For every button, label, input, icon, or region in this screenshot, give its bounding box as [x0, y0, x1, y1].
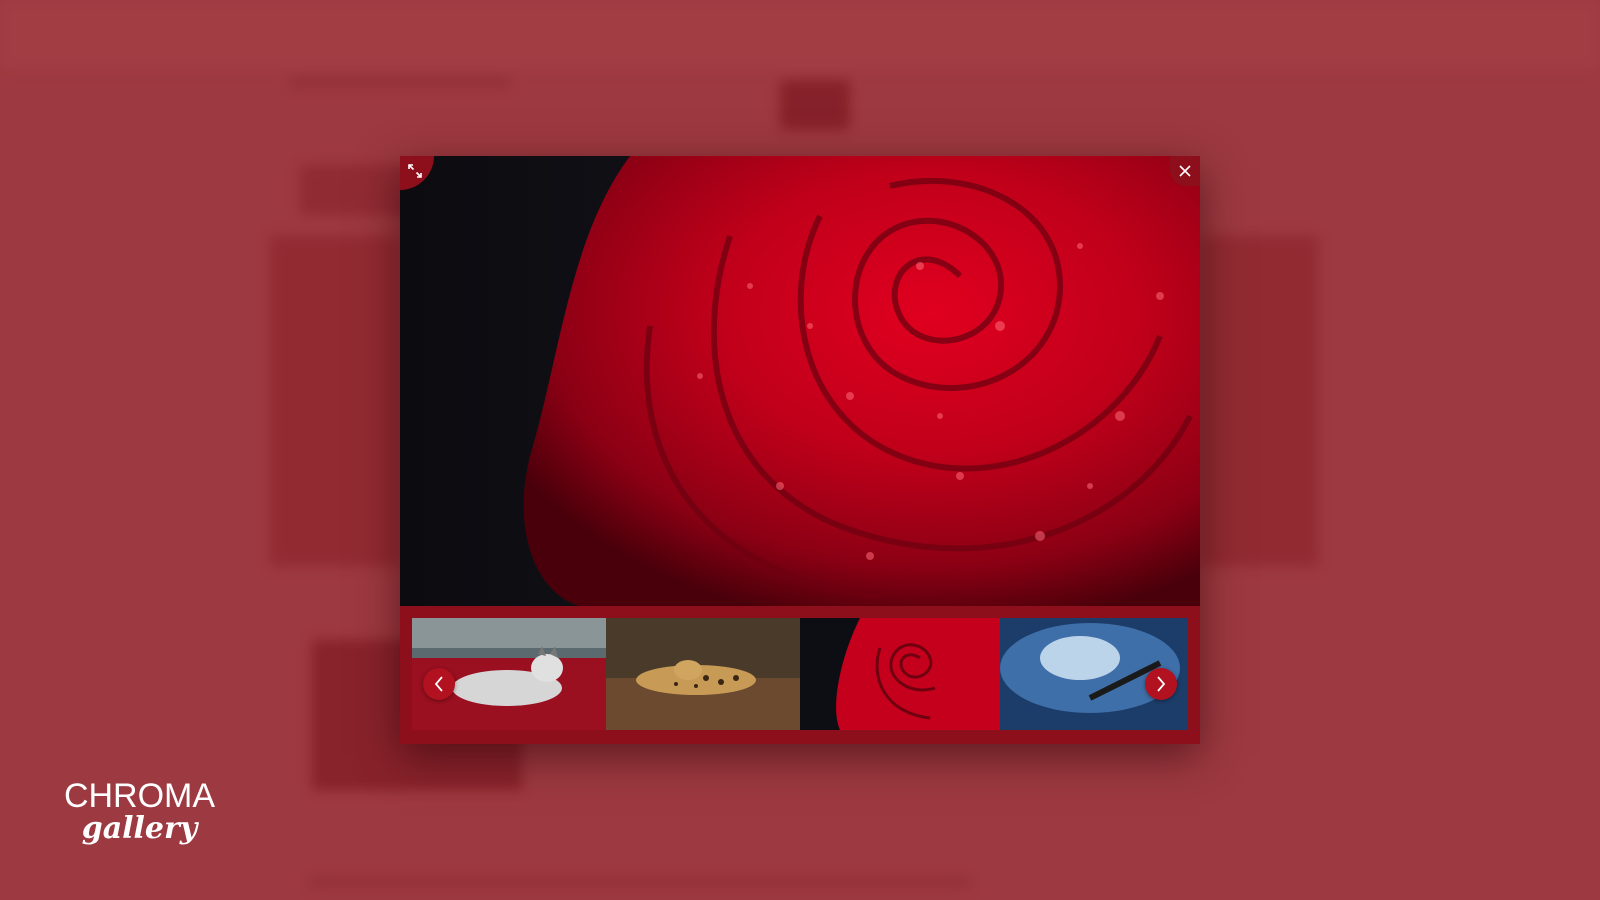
close-icon — [1179, 165, 1191, 177]
thumbnail-red-rose[interactable] — [800, 618, 1000, 730]
thumbnail-leopard[interactable] — [606, 618, 800, 730]
chevron-left-icon — [434, 676, 443, 692]
previous-button[interactable] — [423, 668, 455, 700]
chroma-gallery-logo: CHROMA gallery — [52, 778, 227, 846]
main-image-rose — [400, 156, 1200, 606]
thumbnail-strip — [412, 618, 1188, 730]
expand-icon — [408, 164, 422, 178]
logo-secondary-text: gallery — [81, 811, 198, 846]
rose-illustration — [400, 156, 1200, 606]
next-button[interactable] — [1145, 668, 1177, 700]
lightbox-modal — [400, 156, 1200, 744]
rose-thumbnail-image — [800, 618, 1000, 730]
chevron-right-icon — [1157, 676, 1166, 692]
close-button[interactable] — [1170, 156, 1200, 186]
logo-primary-text: CHROMA — [63, 777, 216, 815]
leopard-image — [606, 618, 800, 730]
